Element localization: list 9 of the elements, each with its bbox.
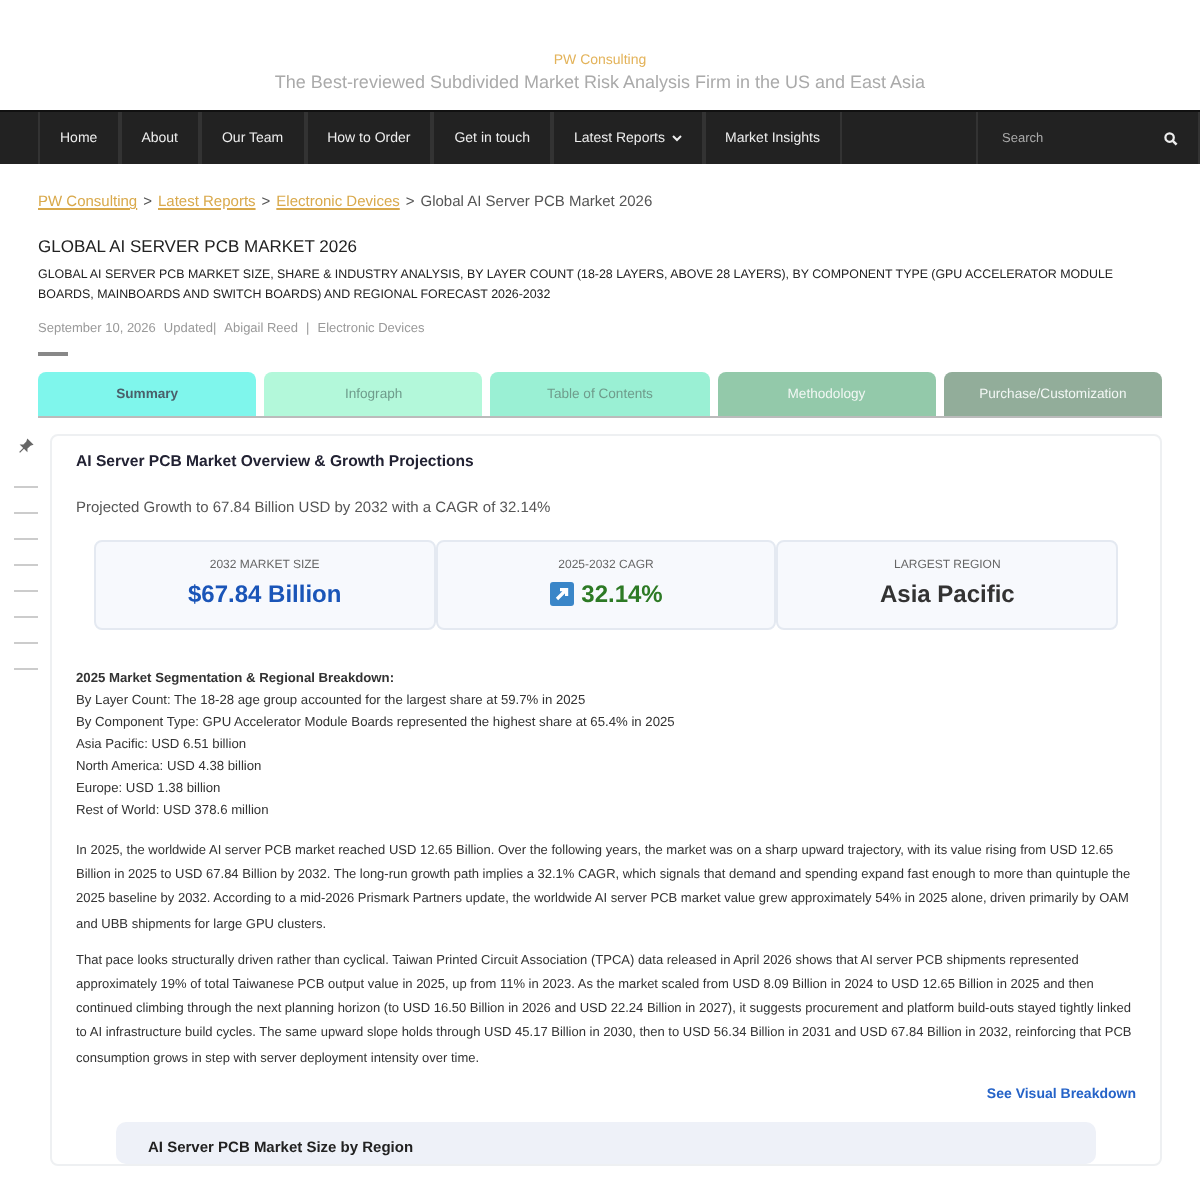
pin-icon[interactable] [18, 438, 34, 454]
chevron-down-icon [671, 134, 681, 142]
stat-value: 32.14% [581, 580, 663, 608]
arrow-up-right-icon [549, 582, 574, 606]
tagline: The Best-reviewed Subdivided Market Risk Analysis Firm in the US and East Asia [274, 72, 926, 92]
stat-value: $67.84 Billion [187, 580, 342, 608]
stat-value: Asia Pacific [879, 580, 1015, 608]
search-icon[interactable] [1164, 131, 1178, 145]
page-title: GLOBAL AI SERVER PCB MARKET 2026 [38, 236, 360, 256]
